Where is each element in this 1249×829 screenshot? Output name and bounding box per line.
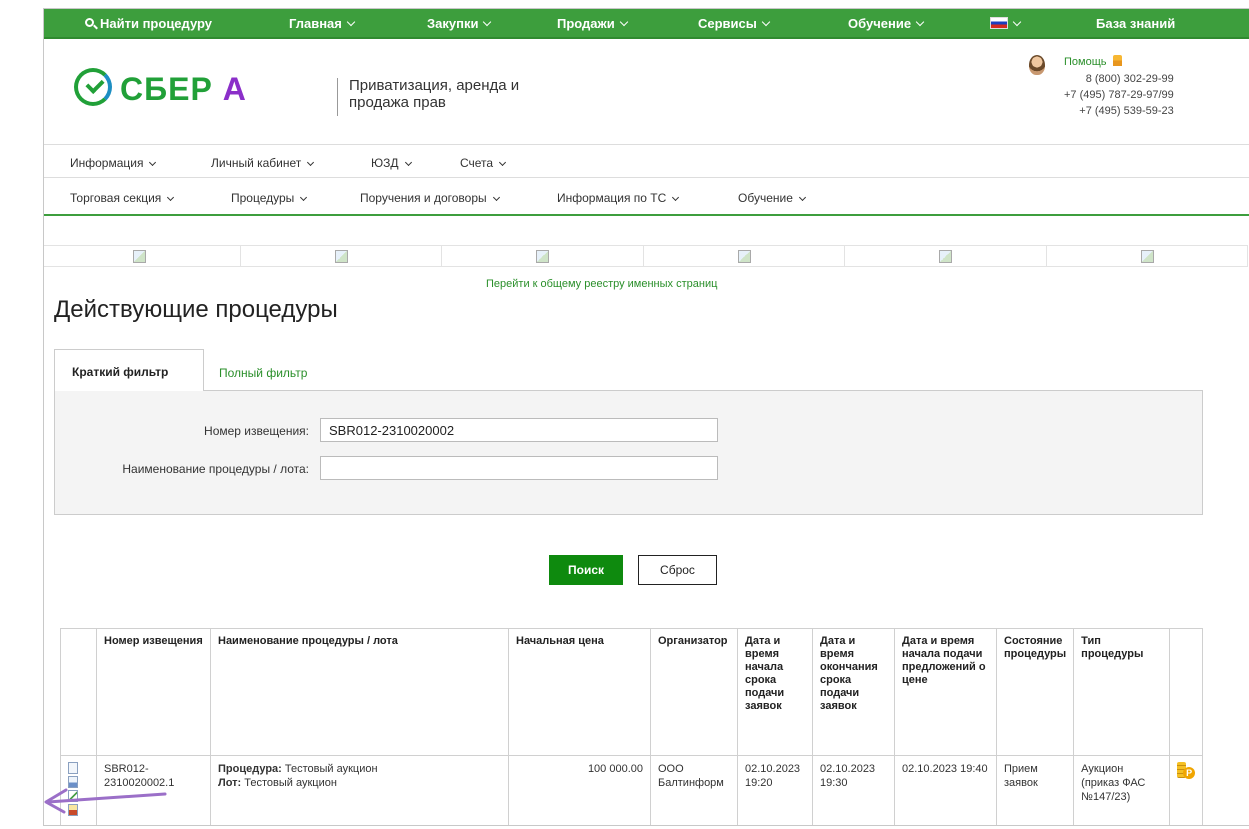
- nav-main[interactable]: Главная: [289, 16, 356, 31]
- chevron-down-icon: [798, 193, 806, 202]
- chevron-down-icon: [761, 17, 771, 27]
- site-header: СБЕР А Приватизация, аренда и продажа пр…: [44, 41, 1249, 145]
- menu-procedures[interactable]: Процедуры: [231, 191, 308, 205]
- help-link[interactable]: Помощь: [1064, 55, 1122, 68]
- chevron-down-icon: [307, 158, 315, 167]
- search-button[interactable]: Поиск: [549, 555, 623, 585]
- banner-row: [44, 245, 1248, 267]
- chevron-down-icon: [672, 193, 680, 202]
- header-divider: [337, 78, 338, 116]
- top-nav-bar: Найти процедуру Главная Закупки Продажи …: [44, 9, 1249, 39]
- column-application-start: Дата и время начала срока подачи заявок: [737, 628, 813, 756]
- chevron-down-icon: [483, 17, 492, 27]
- notice-number-input[interactable]: [320, 418, 718, 442]
- filter-panel: Номер извещения: Наименование процедуры …: [54, 390, 1203, 515]
- nav-training[interactable]: Обучение: [848, 16, 925, 31]
- procedures-table: Номер извещения Наименование процедуры /…: [60, 628, 1204, 825]
- site-tagline: Приватизация, аренда и продажа прав: [349, 77, 520, 111]
- chevron-down-icon: [619, 17, 628, 27]
- cell-organizer: ООО Балтинформ: [650, 755, 738, 825]
- chevron-down-icon: [492, 193, 500, 202]
- help-hand-icon: [1112, 55, 1122, 66]
- user-menu: Информация Личный кабинет ЮЗД Счета: [44, 146, 1249, 178]
- language-selector[interactable]: [990, 16, 1022, 31]
- tab-full-filter[interactable]: Полный фильтр: [219, 366, 307, 380]
- support-phones: 8 (800) 302-29-99 +7 (495) 787-29-97/99 …: [1064, 73, 1174, 117]
- table-header-row: Номер извещения Наименование процедуры /…: [60, 628, 1204, 756]
- menu-ts-information[interactable]: Информация по ТС: [557, 191, 680, 205]
- chevron-down-icon: [915, 17, 925, 27]
- cell-procedure-name: Процедура: Тестовый аукцион Лот: Тестовы…: [210, 755, 509, 825]
- cell-start-price: 100 000.00: [508, 755, 651, 825]
- chevron-down-icon: [346, 17, 356, 27]
- menu-yuzd[interactable]: ЮЗД: [371, 156, 412, 170]
- cell-procedure-state: Прием заявок: [995, 755, 1075, 825]
- sber-check-icon: [74, 68, 112, 106]
- banner-slot[interactable]: [442, 246, 644, 266]
- broken-image-icon: [737, 250, 751, 263]
- column-application-end: Дата и время окончания срока подачи заяв…: [812, 628, 895, 756]
- view-document-icon[interactable]: [68, 762, 78, 774]
- column-procedure-type: Тип процедуры: [1073, 628, 1171, 756]
- menu-personal-cabinet[interactable]: Личный кабинет: [211, 156, 315, 170]
- procedure-name-input[interactable]: [320, 456, 718, 480]
- menu-training[interactable]: Обучение: [738, 191, 806, 205]
- chevron-down-icon: [499, 158, 507, 167]
- broken-image-icon: [536, 250, 550, 263]
- annotation-arrow-icon: [44, 788, 167, 814]
- column-bidding-start: Дата и время начала подачи предложений о…: [894, 628, 997, 756]
- menu-orders-contracts[interactable]: Поручения и договоры: [360, 191, 500, 205]
- broken-image-icon: [1140, 250, 1154, 263]
- page-title: Действующие процедуры: [54, 296, 338, 323]
- menu-information[interactable]: Информация: [70, 156, 157, 170]
- support-avatar-icon: [1029, 55, 1045, 75]
- chevron-down-icon: [149, 158, 157, 167]
- column-organizer: Организатор: [650, 628, 738, 756]
- banner-slot[interactable]: [644, 246, 845, 266]
- chevron-down-icon: [300, 193, 308, 202]
- column-actions: [60, 628, 97, 756]
- cell-extra: [1169, 755, 1204, 825]
- banner-slot[interactable]: [44, 246, 241, 266]
- column-extra: [1169, 628, 1204, 756]
- nav-services[interactable]: Сервисы: [698, 16, 771, 31]
- banner-slot[interactable]: [845, 246, 1047, 266]
- cell-bidding-start: 02.10.2023 19:40: [894, 755, 997, 825]
- broken-image-icon: [334, 250, 348, 263]
- nav-sales[interactable]: Продажи: [557, 16, 628, 31]
- banner-slot[interactable]: [241, 246, 442, 266]
- menu-accounts[interactable]: Счета: [460, 156, 507, 170]
- column-notice-number: Номер извещения: [96, 628, 211, 756]
- section-menu: Торговая секция Процедуры Поручения и до…: [44, 179, 1249, 216]
- broken-image-icon: [939, 250, 953, 263]
- chevron-down-icon: [167, 193, 175, 202]
- table-row: SBR012-2310020002.1 Процедура: Тестовый …: [60, 755, 1204, 825]
- reset-button[interactable]: Сброс: [638, 555, 717, 585]
- banner-slot[interactable]: [1047, 246, 1248, 266]
- search-icon: [85, 18, 98, 30]
- russian-flag-icon: [990, 17, 1008, 29]
- broken-image-icon: [133, 250, 147, 263]
- chevron-down-icon: [1012, 17, 1022, 27]
- browser-viewport: Найти процедуру Главная Закупки Продажи …: [43, 8, 1249, 826]
- menu-trading-section[interactable]: Торговая секция: [70, 191, 175, 205]
- coins-payment-icon[interactable]: [1177, 762, 1196, 780]
- chevron-down-icon: [404, 158, 412, 167]
- knowledge-base-link[interactable]: База знаний: [1096, 16, 1175, 31]
- column-procedure-name: Наименование процедуры / лота: [210, 628, 509, 756]
- registry-link[interactable]: Перейти к общему реестру именных страниц: [486, 278, 717, 290]
- find-procedure-link[interactable]: Найти процедуру: [85, 16, 212, 31]
- cell-application-end: 02.10.2023 19:30: [812, 755, 895, 825]
- nav-purchases[interactable]: Закупки: [427, 16, 492, 31]
- column-start-price: Начальная цена: [508, 628, 651, 756]
- column-procedure-state: Состояние процедуры: [995, 628, 1075, 756]
- cell-application-start: 02.10.2023 19:20: [737, 755, 813, 825]
- notice-number-label: Номер извещения:: [204, 424, 309, 438]
- cell-procedure-type: Аукцион (приказ ФАС №147/23): [1073, 755, 1171, 825]
- procedure-name-label: Наименование процедуры / лота:: [122, 462, 309, 476]
- tab-short-filter[interactable]: Краткий фильтр: [54, 349, 204, 391]
